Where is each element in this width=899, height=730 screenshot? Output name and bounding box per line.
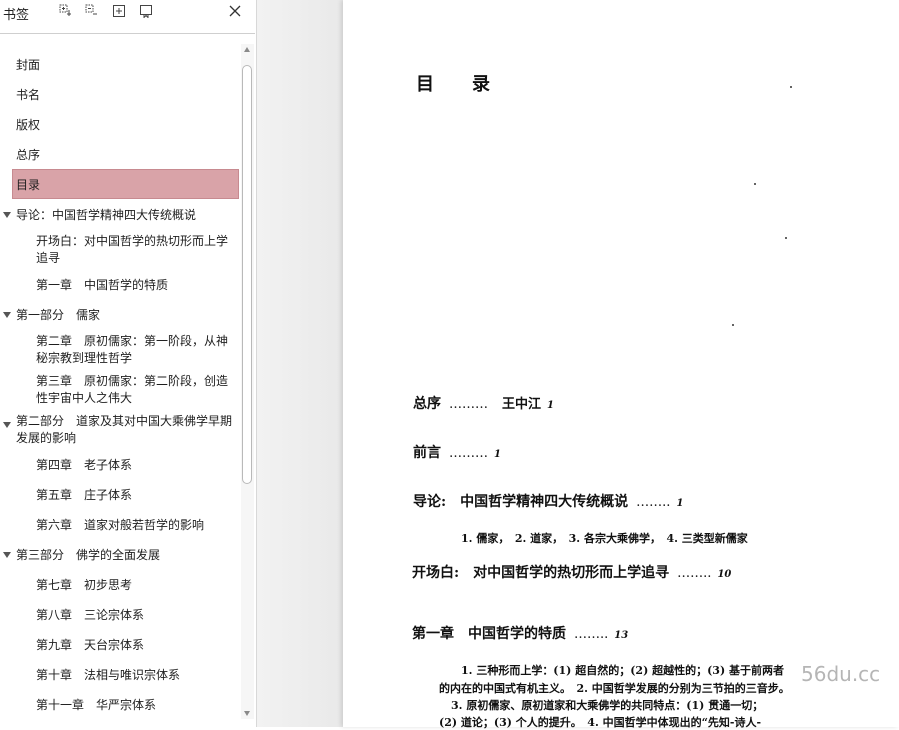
scroll-up-icon[interactable] [244, 47, 250, 52]
bookmark-label: 封面 [16, 58, 41, 72]
toc-subentry-line: (2) 道论；(3) 个人的提升。 4. 中国哲学中体现出的“先知-诗人- [439, 716, 762, 729]
toc-entry-page: 10 [717, 569, 732, 580]
bookmark-label: 第十一章 华严宗体系 [36, 698, 157, 712]
bookmarks-toolbar: 书签 [0, 0, 256, 24]
bookmark-item[interactable]: 第三部分 佛学的全面发展 [0, 540, 240, 570]
toc-entry[interactable]: 开场白: 对中国哲学的热切形而上学追寻 …….. 10 [412, 562, 731, 582]
bookmark-label: 第一章 中国哲学的特质 [36, 278, 169, 292]
bookmark-item[interactable]: 第五章 庄子体系 [0, 480, 240, 510]
bookmark-label: 第十章 法相与唯识宗体系 [36, 668, 181, 682]
expand-triangle-icon[interactable] [3, 552, 11, 558]
document-page: 目 录 总序 ……… 王中江 1 前言 ……… 1 导论: 中国哲学精神四大传统概说 …….… [343, 0, 899, 729]
scan-speck [790, 86, 792, 88]
scan-speck [785, 237, 787, 239]
expand-triangle-icon[interactable] [3, 422, 11, 428]
toc-subentry-line: 3. 原初儒家、原初道家和大乘佛学的共同特点：(1) 贯通一切； [451, 699, 764, 712]
bookmark-label: 版权 [16, 118, 41, 132]
bookmark-item[interactable]: 第九章 天台宗体系 [0, 630, 240, 660]
expand-triangle-icon[interactable] [3, 212, 11, 218]
toc-entry-page: 1 [676, 498, 684, 509]
bookmark-icon[interactable] [139, 4, 153, 18]
bookmark-label: 总序 [16, 148, 41, 162]
bookmark-tree: 封面书名版权总序目录导论：中国哲学精神四大传统概说开场白：对中国哲学的热切形而上… [0, 44, 240, 727]
collapse-all-icon[interactable] [85, 4, 99, 18]
close-icon[interactable] [228, 4, 242, 18]
bookmarks-title: 书签 [3, 8, 30, 23]
bookmark-item[interactable]: 第一章 中国哲学的特质 [0, 270, 240, 300]
bookmark-item[interactable]: 开场白：对中国哲学的热切形而上学追寻 [0, 230, 240, 270]
bookmark-label: 第九章 天台宗体系 [36, 638, 145, 652]
toc-entry[interactable]: 导论: 中国哲学精神四大传统概说 …….. 1 [413, 491, 683, 511]
toc-entry-dots: …….. [574, 627, 609, 642]
bookmark-item[interactable]: 第一部分 儒家 [0, 300, 240, 330]
toc-entry-label: 第一章 中国哲学的特质 [412, 626, 566, 642]
scrollbar-thumb[interactable] [242, 65, 252, 484]
toc-entry-dots: ……… [449, 446, 488, 461]
bookmark-label: 第八章 三论宗体系 [36, 608, 145, 622]
toc-entry-page: 1 [494, 449, 501, 460]
expand-triangle-icon[interactable] [3, 312, 11, 318]
bookmark-label: 第一部分 儒家 [16, 308, 101, 322]
bookmark-label: 开场白：对中国哲学的热切形而上学追寻 [36, 234, 229, 265]
bookmark-item[interactable]: 总序 [0, 140, 240, 170]
bookmark-item[interactable]: 第十章 法相与唯识宗体系 [0, 660, 240, 690]
bookmark-item[interactable]: 第二章 原初儒家：第一阶段，从神秘宗教到理性哲学 [0, 330, 240, 370]
scan-speck [732, 324, 734, 326]
toc-entry-label: 开场白: 对中国哲学的热切形而上学追寻 [412, 565, 670, 581]
bookmark-item[interactable]: 第六章 道家对般若哲学的影响 [0, 510, 240, 540]
toc-subentry-line: 1. 三种形而上学：(1) 超自然的；(2) 超越性的；(3) 基于前两者 [461, 664, 784, 677]
toc-entry-dots: ……… [449, 397, 488, 412]
bookmark-item[interactable]: 版权 [0, 110, 240, 140]
bookmark-label: 第二部分 道家及其对中国大乘佛学早期发展的影响 [16, 414, 233, 445]
toc-entry[interactable]: 第一章 中国哲学的特质 …….. 13 [412, 623, 628, 643]
toc-entry-label: 总序 [413, 396, 441, 412]
bookmark-label: 书名 [16, 88, 41, 102]
page-title: 目 录 [416, 74, 500, 95]
toc-entry-label: 导论: 中国哲学精神四大传统概说 [413, 494, 629, 510]
toc-entry-page: 1 [547, 400, 554, 411]
bookmark-item[interactable]: 第二部分 道家及其对中国大乘佛学早期发展的影响 [0, 410, 240, 450]
toc-entry-author: 王中江 [502, 397, 542, 412]
bookmark-item[interactable]: 第三章 原初儒家：第二阶段，创造性宇宙中人之伟大 [0, 370, 240, 410]
toc-entry[interactable]: 前言 ……… 1 [413, 442, 501, 462]
bookmark-item[interactable]: 第七章 初步思考 [0, 570, 240, 600]
toolbar-divider [0, 33, 255, 34]
viewer-background [257, 0, 343, 727]
bookmark-label: 第三部分 佛学的全面发展 [16, 548, 161, 562]
expand-all-icon[interactable] [59, 4, 73, 18]
bookmark-item[interactable]: 第四章 老子体系 [0, 450, 240, 480]
toc-entry-dots: …….. [636, 495, 671, 510]
bookmark-label: 第二章 原初儒家：第一阶段，从神秘宗教到理性哲学 [36, 334, 229, 365]
bookmark-item[interactable]: 第八章 三论宗体系 [0, 600, 240, 630]
toc-subentry-line: 的内在的中国式有机主义。 2. 中国哲学发展的分别为三节拍的三音步。 [439, 682, 790, 695]
scan-speck [754, 183, 756, 185]
bookmark-item[interactable]: 第十一章 华严宗体系 [0, 690, 240, 720]
bookmark-label: 第四章 老子体系 [36, 458, 133, 472]
bookmark-item[interactable]: 封面 [0, 50, 240, 80]
scroll-down-icon[interactable] [244, 711, 250, 716]
watermark-text: 56du.cc [801, 662, 881, 686]
add-bookmark-icon[interactable] [112, 4, 126, 18]
bookmark-label: 第七章 初步思考 [36, 578, 133, 592]
bookmark-item[interactable]: 导论：中国哲学精神四大传统概说 [0, 200, 240, 230]
bookmark-label: 第六章 道家对般若哲学的影响 [36, 518, 205, 532]
toc-entry-dots: …….. [677, 566, 712, 581]
bookmark-label: 第三章 原初儒家：第二阶段，创造性宇宙中人之伟大 [36, 374, 229, 405]
bookmark-item[interactable]: 书名 [0, 80, 240, 110]
toc-entry-label: 前言 [413, 445, 441, 461]
bookmark-label: 导论：中国哲学精神四大传统概说 [16, 208, 197, 222]
toc-subentries: 1. 儒家， 2. 道家， 3. 各宗大乘佛学， 4. 三类型新儒家 [461, 532, 748, 545]
bookmarks-panel: 书签 封面书名版权总序目录导论：中国哲学精神四大传统概说开场白：对中国哲学的热切… [0, 0, 257, 727]
bookmark-label: 目录 [16, 178, 41, 192]
toc-entry-page: 13 [614, 630, 629, 641]
toc-entry[interactable]: 总序 ……… 王中江 1 [413, 393, 554, 413]
scrollbar[interactable] [241, 44, 254, 719]
bookmark-item[interactable]: 目录 [12, 169, 239, 199]
bookmark-label: 第五章 庄子体系 [36, 488, 133, 502]
